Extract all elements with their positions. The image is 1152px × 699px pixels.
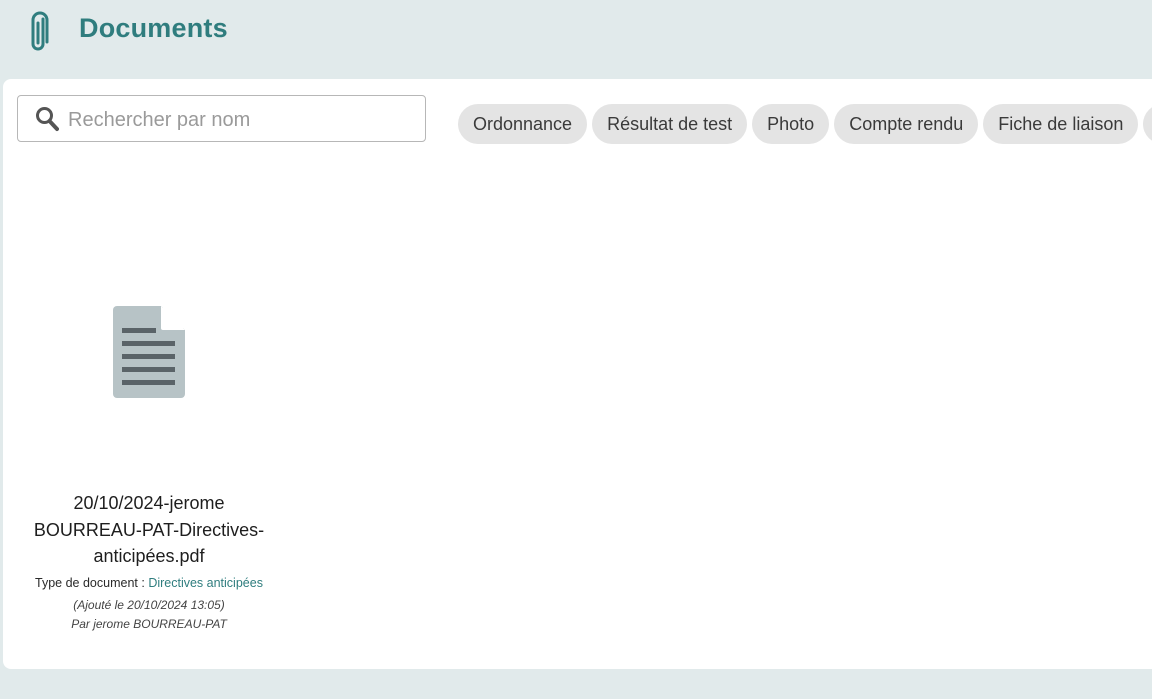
filter-chip-fiche-de-liaison[interactable]: Fiche de liaison [983,104,1139,144]
document-type-label: Type de document : [35,575,145,590]
document-card[interactable]: 20/10/2024-jerome BOURREAU-PAT-Directive… [23,284,275,634]
page-header: Documents [0,0,1152,78]
search-box[interactable] [17,95,426,142]
filter-chip-partial[interactable] [1143,104,1152,144]
paperclip-icon [31,11,49,51]
search-icon [36,107,59,131]
document-type: Type de document : Directives anticipées [23,576,275,590]
document-meta: (Ajouté le 20/10/2024 13:05) Par jerome … [23,596,275,634]
document-type-value: Directives anticipées [148,575,263,590]
page-title: Documents [79,13,228,43]
file-text-icon[interactable] [113,306,185,398]
filter-chip-photo[interactable]: Photo [752,104,830,144]
filter-chip-compte-rendu[interactable]: Compte rendu [834,104,979,144]
documents-panel: Ordonnance Résultat de test Photo Compte… [3,79,1152,669]
filter-chip-ordonnance[interactable]: Ordonnance [458,104,588,144]
document-added-date: (Ajouté le 20/10/2024 13:05) [73,597,225,612]
document-name[interactable]: 20/10/2024-jerome BOURREAU-PAT-Directive… [23,490,275,570]
document-author: Par jerome BOURREAU-PAT [71,616,227,631]
search-input[interactable] [66,104,410,136]
filter-chip-resultat-de-test[interactable]: Résultat de test [592,104,748,144]
document-type-filters: Ordonnance Résultat de test Photo Compte… [458,104,1152,144]
